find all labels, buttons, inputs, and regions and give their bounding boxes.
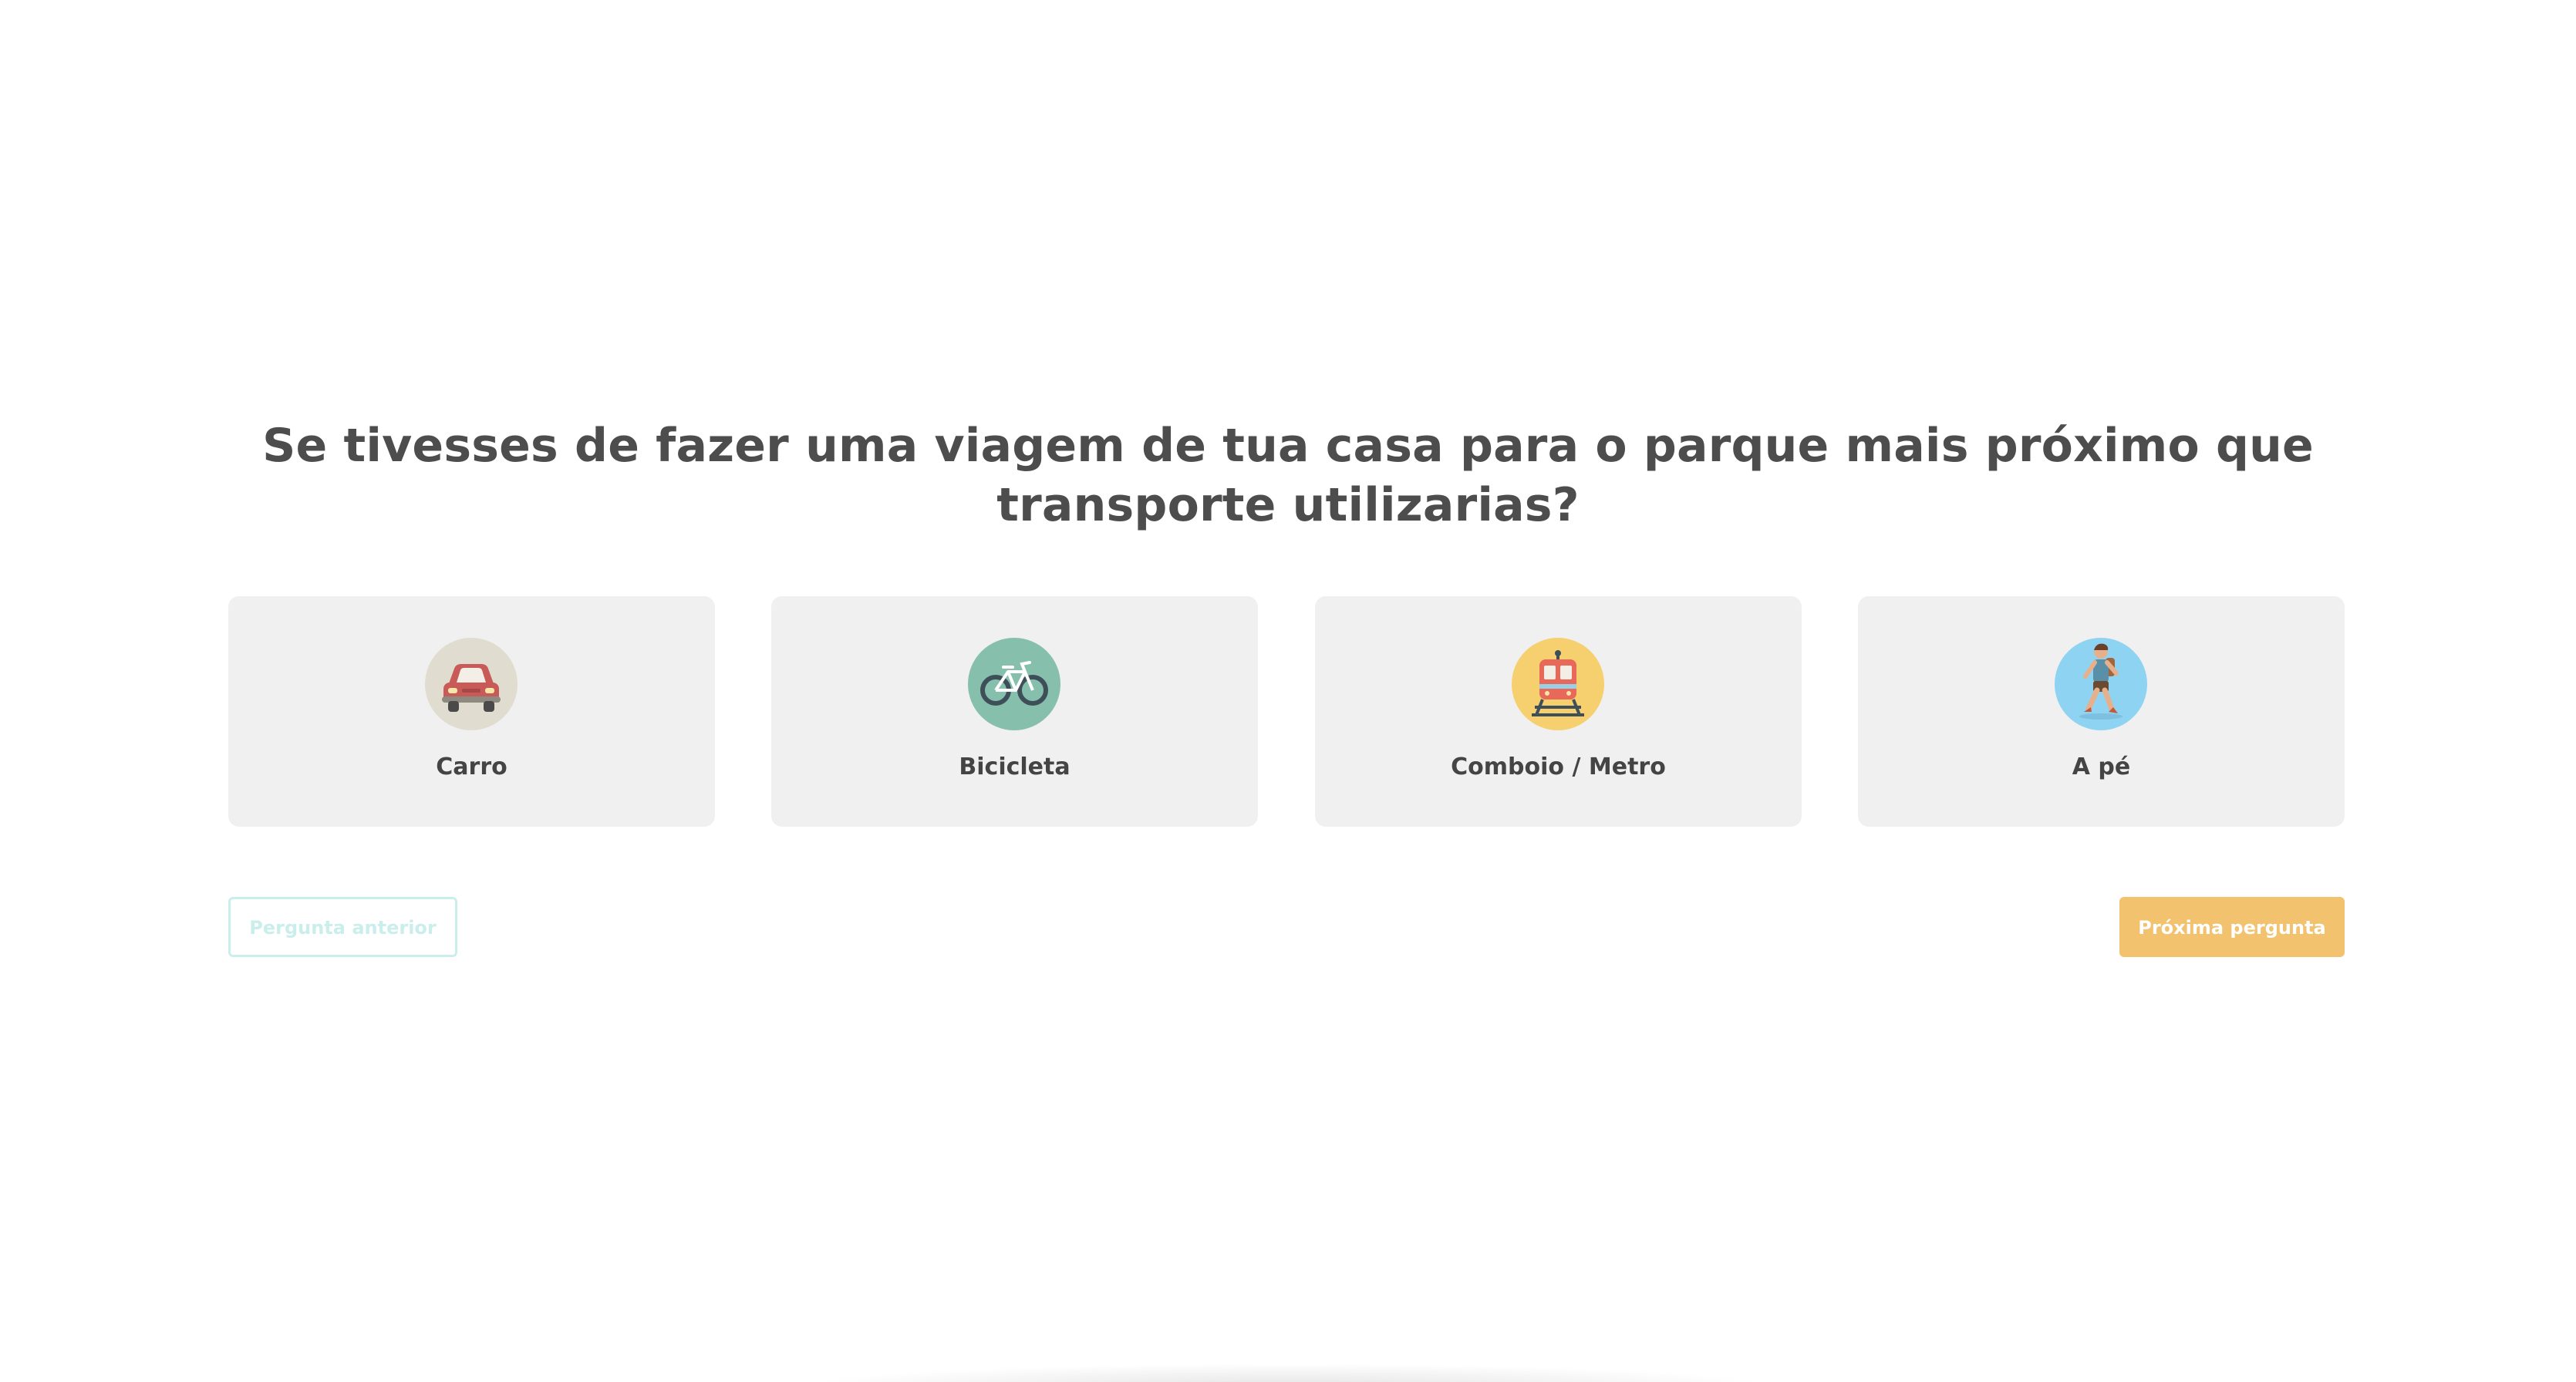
option-card-a-pe[interactable]: A pé [1858, 596, 2345, 827]
train-icon [1512, 638, 1604, 730]
option-label: Carro [436, 753, 507, 780]
option-card-carro[interactable]: Carro [228, 596, 715, 827]
option-label: A pé [2072, 753, 2131, 780]
next-question-button[interactable]: Próxima pergunta [2119, 897, 2345, 957]
option-label: Comboio / Metro [1451, 753, 1666, 780]
option-card-bicicleta[interactable]: Bicicleta [771, 596, 1258, 827]
walking-person-icon [2055, 638, 2147, 730]
bottom-shadow [794, 1363, 1782, 1382]
answer-options: Carro Bicicleta Comboio / Metro A pé [228, 596, 2345, 827]
option-label: Bicicleta [959, 753, 1071, 780]
option-card-comboio-metro[interactable]: Comboio / Metro [1315, 596, 1802, 827]
car-icon [425, 638, 518, 730]
bicycle-icon [968, 638, 1060, 730]
quiz-page: Se tivesses de fazer uma viagem de tua c… [0, 0, 2576, 1382]
previous-question-button[interactable]: Pergunta anterior [228, 897, 457, 957]
question-title: Se tivesses de fazer uma viagem de tua c… [262, 419, 2314, 532]
